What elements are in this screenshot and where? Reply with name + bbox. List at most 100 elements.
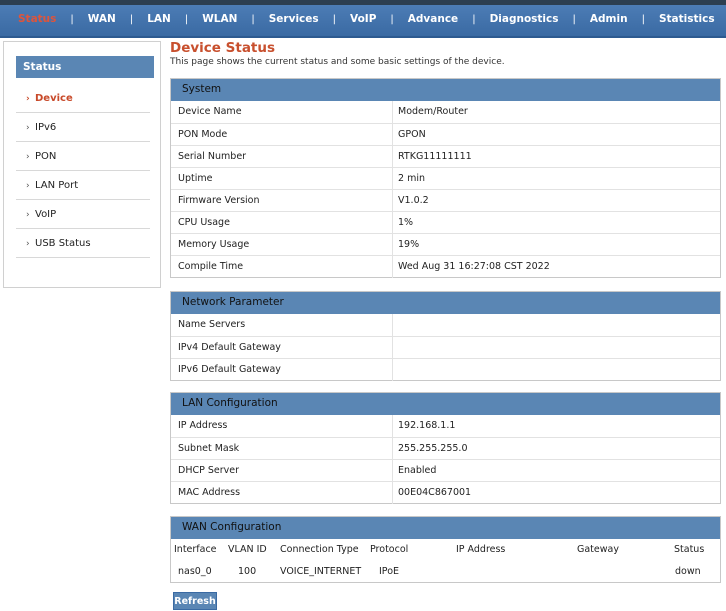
- chevron-right-icon: ›: [26, 181, 30, 191]
- network-row-label: IPv6 Default Gateway: [178, 364, 281, 375]
- wan-table-row: nas0_0 100 VOICE_INTERNET IPoE down: [171, 561, 720, 583]
- lan-row-label: IP Address: [178, 420, 228, 431]
- system-row-value: Modem/Router: [392, 101, 721, 123]
- lan-row: Subnet Mask 255.255.255.0: [171, 437, 721, 460]
- page-subtitle: This page shows the current status and s…: [170, 57, 505, 67]
- network-row-value: [392, 314, 721, 336]
- nav-item-diagnostics[interactable]: Diagnostics: [476, 13, 573, 25]
- nav-item-admin[interactable]: Admin: [576, 13, 642, 25]
- lan-row: MAC Address 00E04C867001: [171, 481, 721, 504]
- chevron-right-icon: ›: [26, 239, 30, 249]
- network-row: IPv4 Default Gateway: [171, 336, 721, 359]
- nav-item-wan[interactable]: WAN: [74, 13, 130, 25]
- wan-col-header: Interface: [174, 544, 217, 555]
- sidebar-item-label: PON: [35, 151, 57, 162]
- nav-item-status[interactable]: Status: [0, 13, 70, 25]
- sidebar-item-label: VoIP: [35, 209, 57, 220]
- system-row-value: 19%: [392, 234, 721, 256]
- network-row-value: [392, 337, 721, 359]
- nav-item-services[interactable]: Services: [255, 13, 333, 25]
- top-strip: [0, 0, 726, 5]
- lan-row-label: DHCP Server: [178, 465, 239, 476]
- wan-table-header: Interface VLAN ID Connection Type Protocol I…: [171, 539, 720, 561]
- refresh-button[interactable]: Refresh: [173, 592, 217, 610]
- wan-header: WAN Configuration: [171, 517, 720, 539]
- lan-panel: LAN Configuration IP Address 192.168.1.1 S…: [170, 392, 721, 504]
- sidebar-item-voip[interactable]: › VoIP: [16, 201, 150, 229]
- system-row: Firmware Version V1.0.2: [171, 189, 721, 212]
- wan-col-header: Status: [674, 544, 705, 555]
- lan-row-value: Enabled: [392, 460, 721, 482]
- lan-row-value: 192.168.1.1: [392, 415, 721, 437]
- system-row-value: 2 min: [392, 168, 721, 190]
- chevron-right-icon: ›: [26, 94, 30, 104]
- page-title: Device Status: [170, 40, 276, 56]
- system-row-value: 1%: [392, 212, 721, 234]
- system-row-label: PON Mode: [178, 129, 228, 140]
- system-row: Serial Number RTKG11111111: [171, 145, 721, 168]
- wan-col-header: Gateway: [577, 544, 619, 555]
- network-panel: Network Parameter Name Servers IPv4 Defau…: [170, 291, 721, 381]
- wan-col-header: IP Address: [456, 544, 506, 555]
- system-row: Device Name Modem/Router: [171, 101, 720, 123]
- system-row-value: Wed Aug 31 16:27:08 CST 2022: [392, 256, 721, 278]
- sidebar-item-pon[interactable]: › PON: [16, 143, 150, 171]
- chevron-right-icon: ›: [26, 210, 30, 220]
- wan-col-header: Connection Type: [280, 544, 359, 555]
- nav-item-statistics[interactable]: Statistics: [645, 13, 726, 25]
- wan-cell: down: [675, 566, 701, 577]
- chevron-right-icon: ›: [26, 123, 30, 133]
- network-row-label: Name Servers: [178, 319, 246, 330]
- system-header: System: [171, 79, 720, 101]
- system-row-value: RTKG11111111: [392, 146, 721, 168]
- system-row-value: V1.0.2: [392, 190, 721, 212]
- sidebar-item-device[interactable]: › Device: [16, 85, 150, 113]
- nav-menu: Status | WAN | LAN | WLAN | Services | VoIP | Advanc…: [0, 11, 726, 27]
- network-row-label: IPv4 Default Gateway: [178, 342, 281, 353]
- system-row: Uptime 2 min: [171, 167, 721, 190]
- lan-row-label: MAC Address: [178, 487, 241, 498]
- lan-header: LAN Configuration: [171, 393, 720, 415]
- system-row: Compile Time Wed Aug 31 16:27:08 CST 2022: [171, 255, 721, 278]
- wan-cell: IPoE: [379, 566, 400, 577]
- network-row: Name Servers: [171, 314, 720, 336]
- system-row: Memory Usage 19%: [171, 233, 721, 256]
- sidebar-item-lan-port[interactable]: › LAN Port: [16, 172, 150, 200]
- system-panel: System Device Name Modem/Router PON Mode GP…: [170, 78, 721, 278]
- lan-row-value: 255.255.255.0: [392, 438, 721, 460]
- sidebar-item-ipv6[interactable]: › IPv6: [16, 114, 150, 142]
- chevron-right-icon: ›: [26, 152, 30, 162]
- nav-item-lan[interactable]: LAN: [133, 13, 185, 25]
- wan-col-header: Protocol: [370, 544, 409, 555]
- sidebar-item-usb-status[interactable]: › USB Status: [16, 230, 150, 258]
- nav-item-wlan[interactable]: WLAN: [188, 13, 251, 25]
- nav-item-voip[interactable]: VoIP: [336, 13, 390, 25]
- network-row: IPv6 Default Gateway: [171, 358, 721, 381]
- sidebar: Status › Device › IPv6 › PON › LAN Port › VoIP › US…: [3, 41, 161, 288]
- system-row-label: Memory Usage: [178, 239, 250, 250]
- network-row-value: [392, 359, 721, 381]
- system-row: CPU Usage 1%: [171, 211, 721, 234]
- system-row-label: Compile Time: [178, 261, 244, 272]
- system-row-label: CPU Usage: [178, 217, 230, 228]
- system-row-value: GPON: [392, 124, 721, 146]
- system-row-label: Device Name: [178, 106, 242, 117]
- system-row-label: Uptime: [178, 173, 213, 184]
- sidebar-header: Status: [16, 56, 154, 78]
- wan-col-header: VLAN ID: [228, 544, 267, 555]
- lan-row: IP Address 192.168.1.1: [171, 415, 720, 437]
- lan-row-value: 00E04C867001: [392, 482, 721, 504]
- top-nav-bar: Status | WAN | LAN | WLAN | Services | VoIP | Advanc…: [0, 0, 726, 38]
- wan-panel: WAN Configuration Interface VLAN ID Connec…: [170, 516, 721, 583]
- network-header: Network Parameter: [171, 292, 720, 314]
- lan-row-label: Subnet Mask: [178, 443, 240, 454]
- sidebar-item-label: IPv6: [35, 122, 57, 133]
- system-row-label: Firmware Version: [178, 195, 260, 206]
- wan-cell: nas0_0: [178, 566, 212, 577]
- nav-item-advance[interactable]: Advance: [394, 13, 472, 25]
- sidebar-item-label: Device: [35, 93, 73, 104]
- system-row: PON Mode GPON: [171, 123, 721, 146]
- system-row-label: Serial Number: [178, 151, 247, 162]
- wan-cell: VOICE_INTERNET: [280, 566, 362, 577]
- lan-row: DHCP Server Enabled: [171, 459, 721, 482]
